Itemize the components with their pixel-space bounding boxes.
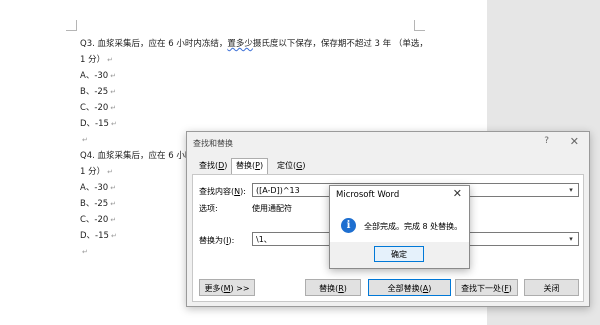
document-line[interactable]: ↵ (80, 246, 88, 258)
document-line[interactable]: D、-15 ↵ (80, 118, 117, 130)
chevron-down-icon[interactable]: ▾ (566, 185, 576, 195)
crop-mark-top-right (414, 20, 425, 31)
paragraph-mark-icon: ↵ (110, 104, 117, 112)
document-line[interactable]: A、-30 ↵ (80, 70, 116, 82)
paragraph-mark-icon: ↵ (107, 168, 113, 176)
paragraph-mark-icon: ↵ (110, 72, 117, 80)
help-button[interactable]: ? (544, 136, 549, 146)
find-what-label: 查找内容(N): (199, 187, 246, 196)
more-button[interactable]: 更多(M) >> (199, 279, 255, 296)
crop-mark-top-left (66, 20, 77, 31)
message-footer: 确定 (330, 242, 469, 268)
document-line[interactable]: 1 分） ↵ (80, 166, 113, 178)
line-text: A、-30 (80, 71, 109, 81)
close-icon[interactable]: ✕ (453, 187, 462, 200)
line-text: B、-25 (80, 199, 109, 209)
line-text: 摄氏度以下保存，保存期不超过 3 年 （单选， (252, 39, 428, 49)
document-line[interactable]: C、-20 ↵ (80, 102, 116, 114)
line-text: C、-20 (80, 215, 109, 225)
document-line[interactable]: 1 分） ↵ (80, 54, 113, 66)
line-text: 1 分） (80, 55, 106, 65)
paragraph-mark-icon: ↵ (110, 216, 117, 224)
line-text: D、-15 (80, 119, 109, 129)
replace-with-label: 替换为(I): (199, 236, 235, 245)
options-value: 使用通配符 (252, 204, 292, 213)
paragraph-mark-icon: ↵ (110, 184, 117, 192)
paragraph-mark-icon: ↵ (110, 88, 117, 96)
tab-replace[interactable]: 替换(P) (231, 158, 269, 175)
document-line[interactable]: Q3. 血浆采集后，应在 6 小时内冻结，置多少摄氏度以下保存，保存期不超过 3… (80, 38, 428, 50)
line-text: C、-20 (80, 103, 109, 113)
paragraph-mark-icon: ↵ (110, 232, 117, 240)
spellcheck-flagged-text: 置多少 (227, 39, 253, 49)
line-text: B、-25 (80, 87, 109, 97)
dialog-title: 查找和替换 (193, 139, 233, 148)
chevron-down-icon[interactable]: ▾ (566, 234, 576, 244)
options-label: 选项: (199, 204, 218, 213)
close-dialog-button[interactable]: 关闭 (524, 279, 579, 296)
document-line[interactable]: B、-25 ↵ (80, 198, 116, 210)
tab-goto[interactable]: 定位(G) (273, 159, 309, 173)
message-box: Microsoft Word ✕ i 全部完成。完成 8 处替换。 确定 (329, 185, 470, 269)
document-line[interactable]: A、-30 ↵ (80, 182, 116, 194)
paragraph-mark-icon: ↵ (110, 120, 117, 128)
replace-button[interactable]: 替换(R) (305, 279, 361, 296)
paragraph-mark-icon: ↵ (82, 136, 88, 144)
message-box-title: Microsoft Word (336, 190, 400, 200)
paragraph-mark-icon: ↵ (110, 200, 117, 208)
document-line[interactable]: B、-25 ↵ (80, 86, 116, 98)
line-text: D、-15 (80, 231, 109, 241)
document-line[interactable]: ↵ (80, 134, 88, 146)
line-text: A、-30 (80, 183, 109, 193)
line-text: Q3. 血浆采集后，应在 6 小时内冻结， (80, 39, 228, 49)
tab-find[interactable]: 查找(D) (195, 159, 231, 173)
document-line[interactable]: D、-15 ↵ (80, 230, 117, 242)
message-text: 全部完成。完成 8 处替换。 (364, 222, 463, 231)
info-icon: i (341, 218, 356, 233)
line-text: Q4. 血浆采集后，应在 6 小时 (80, 151, 194, 161)
document-line[interactable]: C、-20 ↵ (80, 214, 116, 226)
find-next-button[interactable]: 查找下一处(F) (455, 279, 518, 296)
line-text: 1 分） (80, 167, 106, 177)
ok-button[interactable]: 确定 (374, 246, 424, 262)
close-icon[interactable]: ✕ (570, 135, 579, 148)
document-line[interactable]: Q4. 血浆采集后，应在 6 小时 (80, 150, 193, 162)
paragraph-mark-icon: ↵ (107, 56, 113, 64)
replace-all-button[interactable]: 全部替换(A) (368, 279, 451, 296)
paragraph-mark-icon: ↵ (82, 248, 88, 256)
